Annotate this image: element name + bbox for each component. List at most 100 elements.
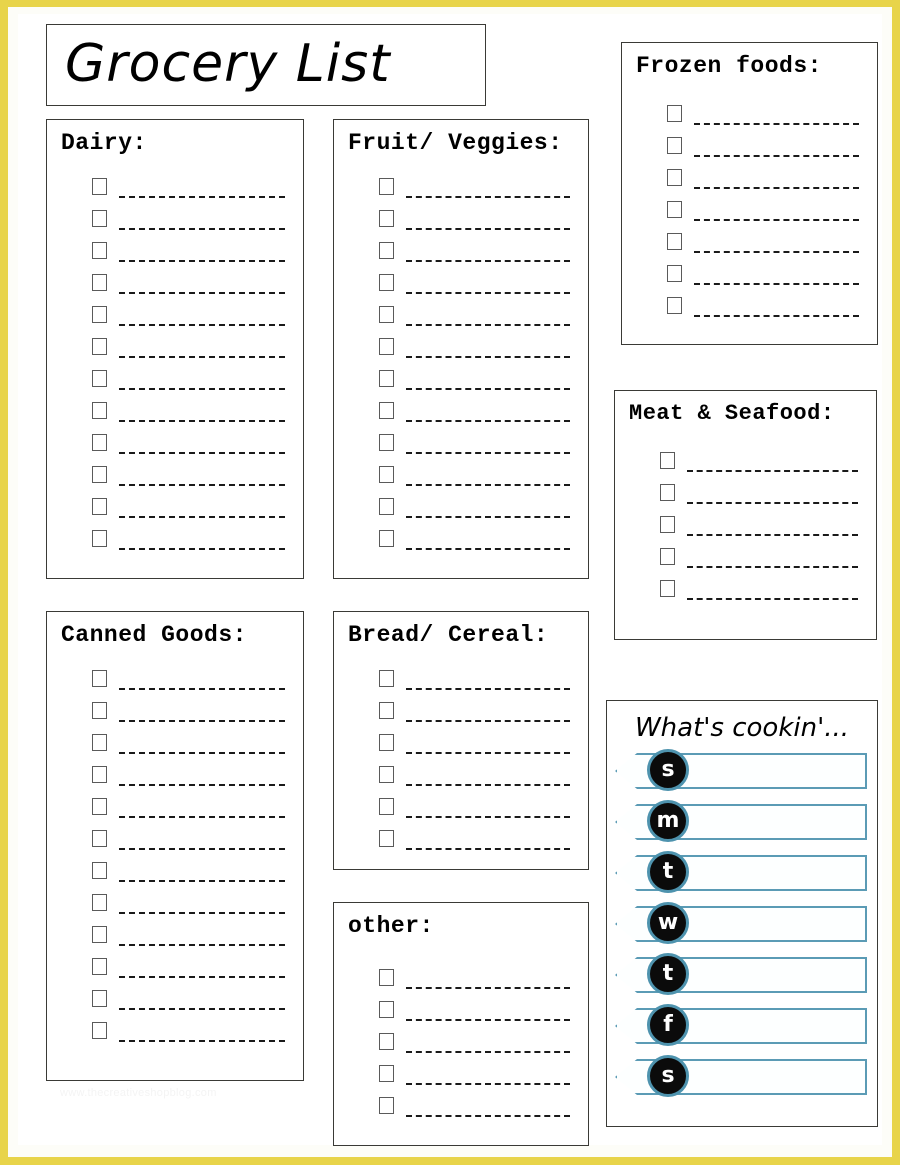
checkbox-icon[interactable] bbox=[92, 210, 107, 227]
write-in-line[interactable] bbox=[406, 356, 570, 358]
checkbox-icon[interactable] bbox=[92, 734, 107, 751]
checklist-row[interactable] bbox=[47, 486, 303, 518]
write-in-line[interactable] bbox=[119, 1008, 285, 1010]
checkbox-icon[interactable] bbox=[660, 452, 675, 469]
write-in-line[interactable] bbox=[406, 228, 570, 230]
checklist-row[interactable] bbox=[47, 946, 303, 978]
meal-planner-day-row[interactable]: s bbox=[615, 749, 867, 791]
checkbox-icon[interactable] bbox=[92, 894, 107, 911]
checkbox-icon[interactable] bbox=[92, 766, 107, 783]
write-in-line[interactable] bbox=[694, 155, 859, 157]
checklist-row[interactable] bbox=[334, 454, 588, 486]
checklist-row[interactable] bbox=[334, 326, 588, 358]
write-in-line[interactable] bbox=[406, 548, 570, 550]
write-in-line[interactable] bbox=[119, 292, 285, 294]
checklist-row[interactable] bbox=[47, 914, 303, 946]
checklist-row[interactable] bbox=[47, 722, 303, 754]
checklist-row[interactable] bbox=[334, 658, 588, 690]
meal-planner-day-row[interactable]: t bbox=[615, 851, 867, 893]
checklist-row[interactable] bbox=[47, 166, 303, 198]
write-in-line[interactable] bbox=[687, 470, 858, 472]
checklist-row[interactable] bbox=[47, 786, 303, 818]
write-in-line[interactable] bbox=[119, 324, 285, 326]
write-in-line[interactable] bbox=[119, 356, 285, 358]
checkbox-icon[interactable] bbox=[379, 798, 394, 815]
write-in-line[interactable] bbox=[119, 260, 285, 262]
write-in-line[interactable] bbox=[119, 752, 285, 754]
checklist-row[interactable] bbox=[615, 504, 876, 536]
checklist-row[interactable] bbox=[334, 486, 588, 518]
write-in-line[interactable] bbox=[119, 196, 285, 198]
write-in-line[interactable] bbox=[406, 516, 570, 518]
checklist-row[interactable] bbox=[334, 262, 588, 294]
checklist-row[interactable] bbox=[334, 198, 588, 230]
write-in-line[interactable] bbox=[687, 502, 858, 504]
write-in-line[interactable] bbox=[406, 324, 570, 326]
checklist-row[interactable] bbox=[47, 978, 303, 1010]
write-in-line[interactable] bbox=[406, 1051, 570, 1053]
checkbox-icon[interactable] bbox=[92, 274, 107, 291]
write-in-line[interactable] bbox=[119, 784, 285, 786]
checklist-row[interactable] bbox=[334, 1085, 588, 1117]
write-in-line[interactable] bbox=[687, 566, 858, 568]
write-in-line[interactable] bbox=[119, 688, 285, 690]
checklist-row[interactable] bbox=[334, 818, 588, 850]
checkbox-icon[interactable] bbox=[667, 233, 682, 250]
checklist-row[interactable] bbox=[47, 850, 303, 882]
checkbox-icon[interactable] bbox=[92, 990, 107, 1007]
checkbox-icon[interactable] bbox=[92, 926, 107, 943]
write-in-line[interactable] bbox=[406, 484, 570, 486]
checkbox-icon[interactable] bbox=[660, 580, 675, 597]
checkbox-icon[interactable] bbox=[379, 1001, 394, 1018]
meal-planner-day-row[interactable]: s bbox=[615, 1055, 867, 1097]
checkbox-icon[interactable] bbox=[92, 370, 107, 387]
write-in-line[interactable] bbox=[406, 752, 570, 754]
write-in-line[interactable] bbox=[119, 1040, 285, 1042]
checklist-row[interactable] bbox=[334, 690, 588, 722]
checklist-row[interactable] bbox=[622, 285, 877, 317]
checkbox-icon[interactable] bbox=[660, 484, 675, 501]
checkbox-icon[interactable] bbox=[379, 178, 394, 195]
checkbox-icon[interactable] bbox=[379, 338, 394, 355]
write-in-line[interactable] bbox=[119, 880, 285, 882]
write-in-line[interactable] bbox=[119, 848, 285, 850]
write-in-line[interactable] bbox=[694, 283, 859, 285]
write-in-line[interactable] bbox=[406, 816, 570, 818]
checkbox-icon[interactable] bbox=[379, 210, 394, 227]
checkbox-icon[interactable] bbox=[92, 830, 107, 847]
checklist-row[interactable] bbox=[334, 786, 588, 818]
checklist-row[interactable] bbox=[622, 221, 877, 253]
write-in-line[interactable] bbox=[119, 976, 285, 978]
write-in-line[interactable] bbox=[119, 420, 285, 422]
checklist-row[interactable] bbox=[334, 390, 588, 422]
checklist-row[interactable] bbox=[334, 989, 588, 1021]
write-in-line[interactable] bbox=[406, 1019, 570, 1021]
meal-planner-day-row[interactable]: m bbox=[615, 800, 867, 842]
write-in-line[interactable] bbox=[119, 944, 285, 946]
checkbox-icon[interactable] bbox=[92, 178, 107, 195]
checkbox-icon[interactable] bbox=[92, 862, 107, 879]
checklist-row[interactable] bbox=[334, 1053, 588, 1085]
meal-planner-day-row[interactable]: f bbox=[615, 1004, 867, 1046]
checkbox-icon[interactable] bbox=[92, 702, 107, 719]
checkbox-icon[interactable] bbox=[379, 969, 394, 986]
checklist-row[interactable] bbox=[47, 882, 303, 914]
checkbox-icon[interactable] bbox=[92, 1022, 107, 1039]
checklist-row[interactable] bbox=[334, 722, 588, 754]
checkbox-icon[interactable] bbox=[379, 466, 394, 483]
checklist-row[interactable] bbox=[622, 157, 877, 189]
write-in-line[interactable] bbox=[406, 452, 570, 454]
write-in-line[interactable] bbox=[119, 452, 285, 454]
checkbox-icon[interactable] bbox=[660, 548, 675, 565]
checkbox-icon[interactable] bbox=[92, 798, 107, 815]
write-in-line[interactable] bbox=[694, 219, 859, 221]
checklist-row[interactable] bbox=[334, 518, 588, 550]
checkbox-icon[interactable] bbox=[379, 530, 394, 547]
write-in-line[interactable] bbox=[406, 720, 570, 722]
write-in-line[interactable] bbox=[119, 548, 285, 550]
checkbox-icon[interactable] bbox=[379, 498, 394, 515]
checkbox-icon[interactable] bbox=[667, 265, 682, 282]
checkbox-icon[interactable] bbox=[92, 958, 107, 975]
write-in-line[interactable] bbox=[406, 420, 570, 422]
checklist-row[interactable] bbox=[47, 658, 303, 690]
